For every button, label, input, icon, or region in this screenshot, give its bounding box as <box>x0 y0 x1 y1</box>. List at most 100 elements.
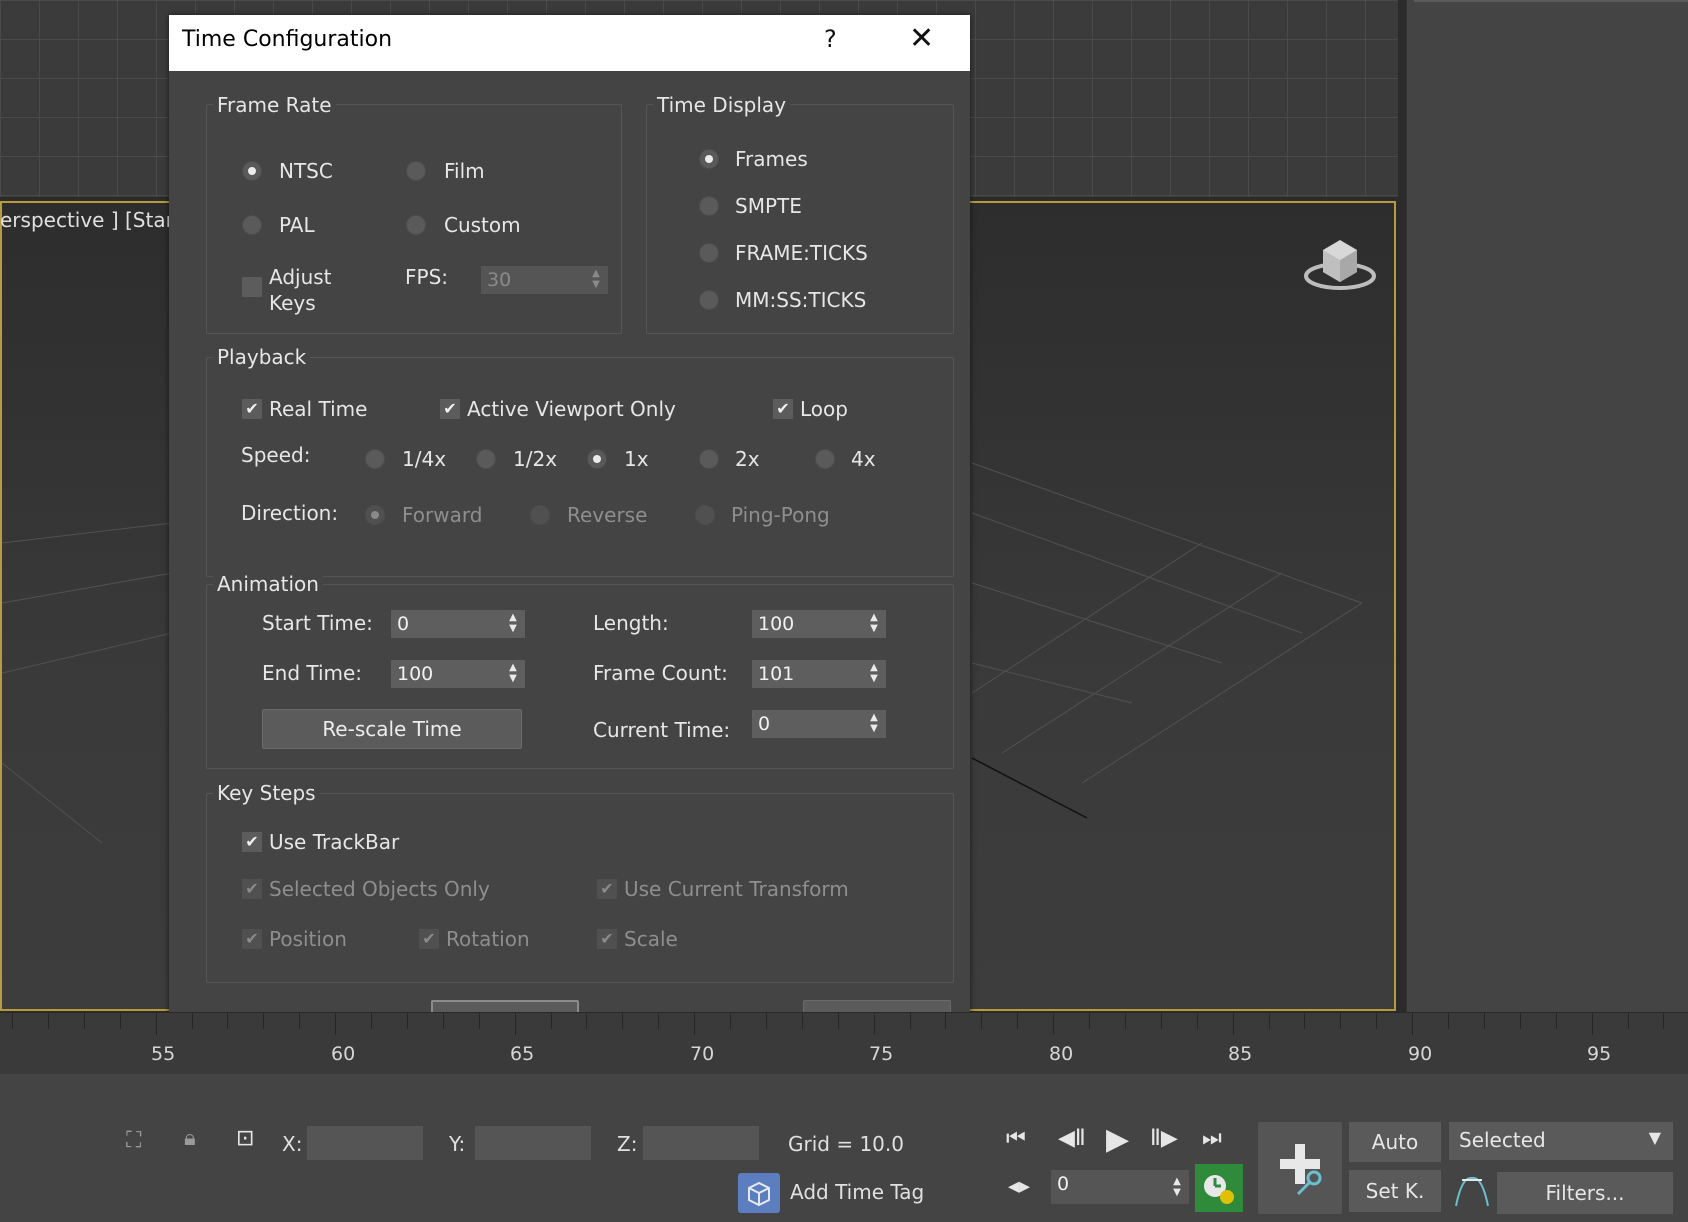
next-frame-icon[interactable]: Ⅱ▶ <box>1150 1126 1178 1151</box>
timeline-tick <box>1196 1013 1198 1029</box>
radio-direction-reverse[interactable] <box>530 505 550 525</box>
auto-key-button[interactable]: Auto <box>1349 1122 1441 1162</box>
start-time-value: 0 <box>397 613 410 635</box>
radio-frame-ticks[interactable] <box>699 243 719 263</box>
adjust-keys-checkbox[interactable] <box>242 277 262 297</box>
radio-smpte[interactable] <box>699 196 719 216</box>
timeline-tick <box>909 1013 911 1029</box>
radio-direction-ping-pong[interactable] <box>695 505 715 525</box>
z-coordinate-field[interactable] <box>643 1126 759 1160</box>
dialog-title: Time Configuration <box>182 27 393 52</box>
timeline-tick <box>1304 1013 1306 1029</box>
timeline-tick <box>1340 1013 1342 1029</box>
frame-count-value: 101 <box>758 663 795 685</box>
radio-custom[interactable] <box>406 215 426 235</box>
speed-1x-label: 1x <box>624 447 649 471</box>
loop-checkbox[interactable]: ✔ <box>773 399 793 419</box>
spinner-arrows-icon[interactable]: ▲ ▼ <box>1171 1176 1183 1200</box>
radio-pal[interactable] <box>242 215 262 235</box>
timeline-tick <box>801 1013 803 1029</box>
radio-speed-half[interactable] <box>476 449 496 469</box>
rescale-time-button[interactable]: Re-scale Time <box>262 709 522 749</box>
go-to-start-icon[interactable]: ⏮ <box>1006 1126 1026 1151</box>
spinner-arrows-icon[interactable]: ▲ ▼ <box>590 268 602 292</box>
spinner-arrows-icon[interactable]: ▲ ▼ <box>868 612 880 636</box>
selected-objects-only-label: Selected Objects Only <box>269 877 490 901</box>
dialog-titlebar[interactable]: Time Configuration ? ✕ <box>169 15 970 71</box>
timeline-tick <box>12 1013 13 1029</box>
use-current-transform-checkbox[interactable]: ✔ <box>597 879 617 899</box>
close-icon[interactable]: ✕ <box>909 21 934 56</box>
tick-label: 80 <box>1049 1043 1074 1065</box>
play-icon[interactable]: ▶ <box>1106 1122 1129 1157</box>
timeline-tick <box>945 1013 947 1029</box>
radio-speed-4x[interactable] <box>815 449 835 469</box>
end-time-spinner[interactable]: 100 ▲ ▼ <box>391 660 525 688</box>
set-key-button[interactable]: Set K. <box>1349 1170 1441 1212</box>
previous-frame-icon[interactable]: ◀Ⅱ <box>1058 1126 1086 1151</box>
frame-rate-label: Frame Rate <box>213 93 336 117</box>
key-filter-dropdown[interactable]: Selected ▼ <box>1449 1122 1673 1160</box>
current-time-spinner[interactable]: 0 ▲ ▼ <box>752 710 886 738</box>
viewcube-icon[interactable] <box>1303 232 1377 294</box>
use-trackbar-checkbox[interactable]: ✔ <box>242 832 262 852</box>
absolute-mode-icon[interactable]: ⊡ <box>236 1126 254 1151</box>
position-checkbox[interactable]: ✔ <box>242 929 262 949</box>
time-configuration-icon[interactable] <box>1195 1164 1243 1212</box>
time-slider-track[interactable]: 55 60 65 70 75 80 85 90 95 <box>0 1012 1688 1075</box>
spinner-arrows-icon[interactable]: ▲ ▼ <box>868 712 880 736</box>
scale-label: Scale <box>624 927 678 951</box>
position-label: Position <box>269 927 347 951</box>
add-time-tag-icon[interactable] <box>738 1173 780 1213</box>
selected-objects-only-checkbox[interactable]: ✔ <box>242 879 262 899</box>
grid-readout: Grid = 10.0 <box>788 1132 904 1156</box>
film-label: Film <box>444 159 485 183</box>
scale-checkbox[interactable]: ✔ <box>597 929 617 949</box>
tick-label: 65 <box>510 1043 535 1065</box>
fps-spinner[interactable]: 30 ▲ ▼ <box>481 266 608 294</box>
y-coordinate-field[interactable] <box>475 1126 591 1160</box>
y-label: Y: <box>449 1132 466 1156</box>
end-time-value: 100 <box>397 663 434 685</box>
spinner-arrows-icon[interactable]: ▲ ▼ <box>507 662 519 686</box>
add-time-tag-label[interactable]: Add Time Tag <box>790 1180 924 1204</box>
length-spinner[interactable]: 100 ▲ ▼ <box>752 610 886 638</box>
go-to-end-icon[interactable]: ⏭ <box>1202 1126 1222 1151</box>
timeline-tick <box>47 1013 49 1029</box>
real-time-checkbox[interactable]: ✔ <box>242 399 262 419</box>
playback-group <box>206 357 954 577</box>
lock-icon[interactable]: 🔒︎ <box>184 1126 196 1151</box>
direction-label: Direction: <box>241 501 339 525</box>
current-frame-spinner[interactable]: 0 ▲ ▼ <box>1051 1170 1189 1204</box>
radio-direction-forward[interactable] <box>365 505 385 525</box>
spinner-arrows-icon[interactable]: ▲ ▼ <box>868 662 880 686</box>
rotation-checkbox[interactable]: ✔ <box>419 929 439 949</box>
timeline-tick <box>1412 1013 1414 1035</box>
use-trackbar-label: Use TrackBar <box>269 830 400 854</box>
key-mode-toggle-icon[interactable]: ◂▸ <box>1008 1174 1030 1199</box>
start-time-spinner[interactable]: 0 ▲ ▼ <box>391 610 525 638</box>
smpte-label: SMPTE <box>735 194 802 218</box>
ping-pong-label: Ping-Pong <box>731 503 830 527</box>
frame-count-spinner[interactable]: 101 ▲ ▼ <box>752 660 886 688</box>
command-panel-edge <box>1414 0 1688 2</box>
key-tangent-icon[interactable] <box>1452 1172 1492 1212</box>
viewport-label[interactable]: erspective ] [Stan <box>0 208 178 232</box>
radio-mm-ss-ticks[interactable] <box>699 290 719 310</box>
x-coordinate-field[interactable] <box>307 1126 423 1160</box>
selection-frame-icon[interactable]: ⛶ <box>126 1128 141 1153</box>
active-viewport-only-checkbox[interactable]: ✔ <box>440 399 460 419</box>
timeline-tick <box>622 1013 624 1029</box>
help-icon[interactable]: ? <box>824 25 837 53</box>
set-key-big-button[interactable] <box>1258 1122 1342 1214</box>
radio-frames[interactable] <box>699 149 719 169</box>
radio-film[interactable] <box>406 161 426 181</box>
radio-ntsc[interactable] <box>242 161 262 181</box>
radio-speed-quarter[interactable] <box>365 449 385 469</box>
timeline-tick <box>1124 1013 1126 1029</box>
spinner-arrows-icon[interactable]: ▲ ▼ <box>507 612 519 636</box>
filters-button[interactable]: Filters... <box>1497 1172 1673 1214</box>
radio-speed-1x[interactable] <box>587 449 607 469</box>
timeline-tick <box>478 1013 480 1029</box>
radio-speed-2x[interactable] <box>699 449 719 469</box>
